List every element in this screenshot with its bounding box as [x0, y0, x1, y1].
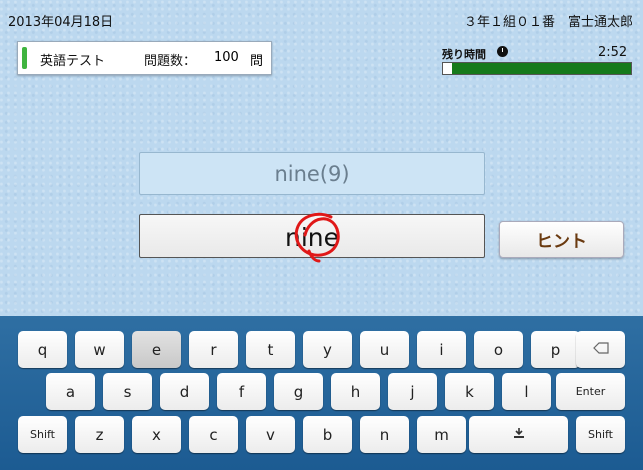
key-a[interactable]: a	[46, 373, 95, 410]
key-g[interactable]: g	[274, 373, 323, 410]
key-s[interactable]: s	[103, 373, 152, 410]
backspace-key[interactable]	[576, 331, 625, 368]
key-i[interactable]: i	[417, 331, 466, 368]
clock-icon	[497, 46, 508, 57]
test-info-panel: 英語テスト 問題数： 100 問	[17, 41, 272, 75]
key-x[interactable]: x	[132, 416, 181, 453]
key-h[interactable]: h	[331, 373, 380, 410]
key-z[interactable]: z	[75, 416, 124, 453]
hide-keyboard-icon	[512, 427, 526, 442]
question-count-unit: 問	[250, 54, 264, 69]
key-q[interactable]: q	[18, 331, 67, 368]
key-u[interactable]: u	[360, 331, 409, 368]
key-n[interactable]: n	[360, 416, 409, 453]
key-v[interactable]: v	[246, 416, 295, 453]
info-accent-bar	[22, 47, 27, 69]
key-l[interactable]: l	[502, 373, 551, 410]
timer-progress-bar	[442, 62, 632, 75]
key-p[interactable]: p	[531, 331, 580, 368]
hint-button[interactable]: ヒント	[499, 221, 624, 258]
question-prompt: nine(9)	[139, 152, 485, 195]
key-e[interactable]: e	[132, 331, 181, 368]
key-y[interactable]: y	[303, 331, 352, 368]
timer-value: 2:52	[598, 45, 628, 60]
key-f[interactable]: f	[217, 373, 266, 410]
key-r[interactable]: r	[189, 331, 238, 368]
key-t[interactable]: t	[246, 331, 295, 368]
student-label: ３年１組０１番 富士通太郎	[463, 15, 633, 30]
test-title: 英語テスト	[40, 54, 106, 69]
key-j[interactable]: j	[388, 373, 437, 410]
key-m[interactable]: m	[417, 416, 466, 453]
timer-label: 残り時間	[442, 48, 486, 61]
on-screen-keyboard: q w e r t y u i o p a s d f g h j k l Enter Shift z x c v b n m Shif…	[0, 316, 643, 470]
backspace-icon	[592, 342, 609, 357]
key-d[interactable]: d	[160, 373, 209, 410]
question-count-label: 問題数：	[144, 54, 197, 69]
date-label: 2013年04月18日	[8, 15, 114, 30]
hide-keyboard-key[interactable]	[469, 416, 568, 453]
timer-progress-fill	[452, 63, 631, 74]
key-c[interactable]: c	[189, 416, 238, 453]
key-o[interactable]: o	[474, 331, 523, 368]
shift-key-right[interactable]: Shift	[576, 416, 625, 453]
enter-key[interactable]: Enter	[556, 373, 625, 410]
key-k[interactable]: k	[445, 373, 494, 410]
shift-key-left[interactable]: Shift	[18, 416, 67, 453]
key-b[interactable]: b	[303, 416, 352, 453]
key-w[interactable]: w	[75, 331, 124, 368]
correct-circle-mark	[294, 212, 340, 263]
question-count: 100	[214, 50, 239, 65]
